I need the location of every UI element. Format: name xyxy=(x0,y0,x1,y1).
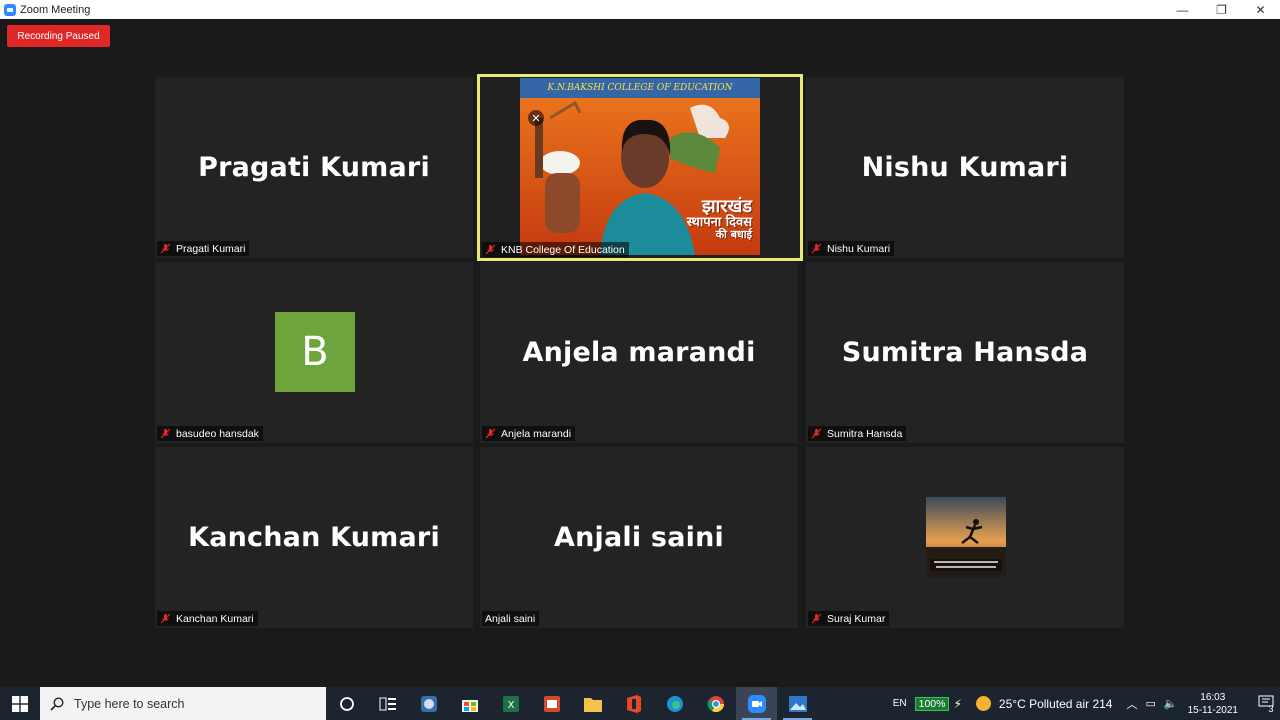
participant-name-label: Sumitra Hansda xyxy=(808,426,907,441)
chrome-browser-icon[interactable] xyxy=(695,687,736,720)
participant-display-name: Nishu Kumari xyxy=(861,152,1069,183)
clock-time: 16:03 xyxy=(1200,691,1226,703)
participant-display-name: Anjela marandi xyxy=(522,337,756,368)
store-icon[interactable] xyxy=(449,687,490,720)
participant-name-label: Suraj Kumar xyxy=(808,611,890,626)
search-icon xyxy=(50,696,64,711)
edge-browser-icon[interactable] xyxy=(654,687,695,720)
notification-center-icon[interactable]: 3 xyxy=(1252,694,1280,714)
cortana-icon[interactable] xyxy=(326,687,367,720)
taskbar-search-box[interactable]: Type here to search xyxy=(40,687,326,720)
participant-name-label: Nishu Kumari xyxy=(808,241,895,256)
volume-icon[interactable]: 🔈 xyxy=(1164,697,1178,710)
sun-icon xyxy=(975,696,991,711)
close-icon[interactable]: ✕ xyxy=(528,110,544,126)
file-explorer-icon[interactable] xyxy=(572,687,613,720)
mic-muted-icon xyxy=(811,243,822,254)
participant-tile-suraj[interactable]: Suraj Kumar xyxy=(806,447,1124,628)
mic-muted-icon xyxy=(485,428,496,439)
avatar: B xyxy=(275,312,355,392)
mic-muted-icon xyxy=(811,613,822,624)
windows-logo-icon xyxy=(12,695,28,712)
participant-tile-nishu[interactable]: Nishu Kumari Nishu Kumari xyxy=(806,77,1124,258)
participant-name-label: Anjela marandi xyxy=(482,426,576,441)
office-icon[interactable] xyxy=(613,687,654,720)
recording-status-badge[interactable]: Recording Paused xyxy=(7,25,110,47)
participant-name-label: Anjali saini xyxy=(482,611,540,626)
windows-taskbar: Type here to search X EN 100% ⚡ 25°C Pol… xyxy=(0,687,1280,720)
mic-muted-icon xyxy=(485,244,496,255)
participant-tile-kanchan[interactable]: Kanchan Kumari Kanchan Kumari xyxy=(155,447,473,628)
chevron-up-icon[interactable]: ︿ xyxy=(1126,696,1137,712)
participant-name-label: KNB College Of Education xyxy=(482,242,629,257)
participant-tile-anjali[interactable]: Anjali saini Anjali saini xyxy=(480,447,798,628)
language-indicator[interactable]: EN xyxy=(893,698,907,709)
mic-muted-icon xyxy=(160,613,171,624)
system-tray: EN 100% ⚡ 25°C Polluted air 214 ︿ ▭ 🔈 16… xyxy=(893,687,1280,720)
restore-button[interactable]: ❐ xyxy=(1202,0,1241,19)
weather-widget[interactable]: 25°C Polluted air 214 xyxy=(975,696,1112,711)
photos-app-icon[interactable] xyxy=(777,687,818,720)
participant-video: K.N.BAKSHI COLLEGE OF EDUCATION ✕ झारखंड… xyxy=(520,78,760,255)
participant-name-label: basudeo hansdak xyxy=(157,426,263,441)
participant-display-name: Kanchan Kumari xyxy=(188,522,440,553)
task-view-icon[interactable] xyxy=(367,687,408,720)
participant-tile-pragati[interactable]: Pragati Kumari Pragati Kumari xyxy=(155,77,473,258)
participant-name-label: Pragati Kumari xyxy=(157,241,250,256)
mic-muted-icon xyxy=(811,428,822,439)
participant-display-name: Anjali saini xyxy=(554,522,724,553)
video-banner-text: K.N.BAKSHI COLLEGE OF EDUCATION xyxy=(520,78,760,98)
participant-tile-basudeo[interactable]: B basudeo hansdak xyxy=(155,262,473,443)
pdf-reader-icon[interactable] xyxy=(531,687,572,720)
search-placeholder: Type here to search xyxy=(74,696,185,711)
participant-tile-knb-active-speaker[interactable]: K.N.BAKSHI COLLEGE OF EDUCATION ✕ झारखंड… xyxy=(477,74,803,261)
svg-text:X: X xyxy=(507,700,514,711)
close-button[interactable]: ✕ xyxy=(1241,0,1280,19)
video-hindi-text: झारखंड स्थापना दिवस की बधाई xyxy=(686,196,752,241)
excel-icon[interactable]: X xyxy=(490,687,531,720)
taskbar-clock[interactable]: 16:03 15-11-2021 xyxy=(1188,691,1238,717)
zoom-app-icon xyxy=(4,3,16,16)
network-icon[interactable]: ▭ xyxy=(1145,697,1155,710)
minimize-button[interactable]: — xyxy=(1163,0,1202,19)
clock-date: 15-11-2021 xyxy=(1187,704,1238,716)
participant-display-name: Sumitra Hansda xyxy=(841,337,1089,368)
title-bar: Zoom Meeting — ❐ ✕ xyxy=(0,0,1280,19)
participant-display-name: Pragati Kumari xyxy=(198,152,430,183)
profile-photo xyxy=(926,497,1006,577)
window-title: Zoom Meeting xyxy=(20,3,91,16)
mic-muted-icon xyxy=(160,243,171,254)
start-button[interactable] xyxy=(0,687,40,720)
charging-plug-icon: ⚡ xyxy=(953,696,962,711)
participant-tile-sumitra[interactable]: Sumitra Hansda Sumitra Hansda xyxy=(806,262,1124,443)
participant-name-label: Kanchan Kumari xyxy=(157,611,258,626)
battery-indicator[interactable]: 100% xyxy=(914,696,950,711)
notification-count-badge: 3 xyxy=(1268,703,1274,714)
mic-muted-icon xyxy=(160,428,171,439)
photo-viewer-app-icon[interactable] xyxy=(408,687,449,720)
participant-tile-anjela[interactable]: Anjela marandi Anjela marandi xyxy=(480,262,798,443)
zoom-app-taskbar-icon[interactable] xyxy=(736,687,777,720)
